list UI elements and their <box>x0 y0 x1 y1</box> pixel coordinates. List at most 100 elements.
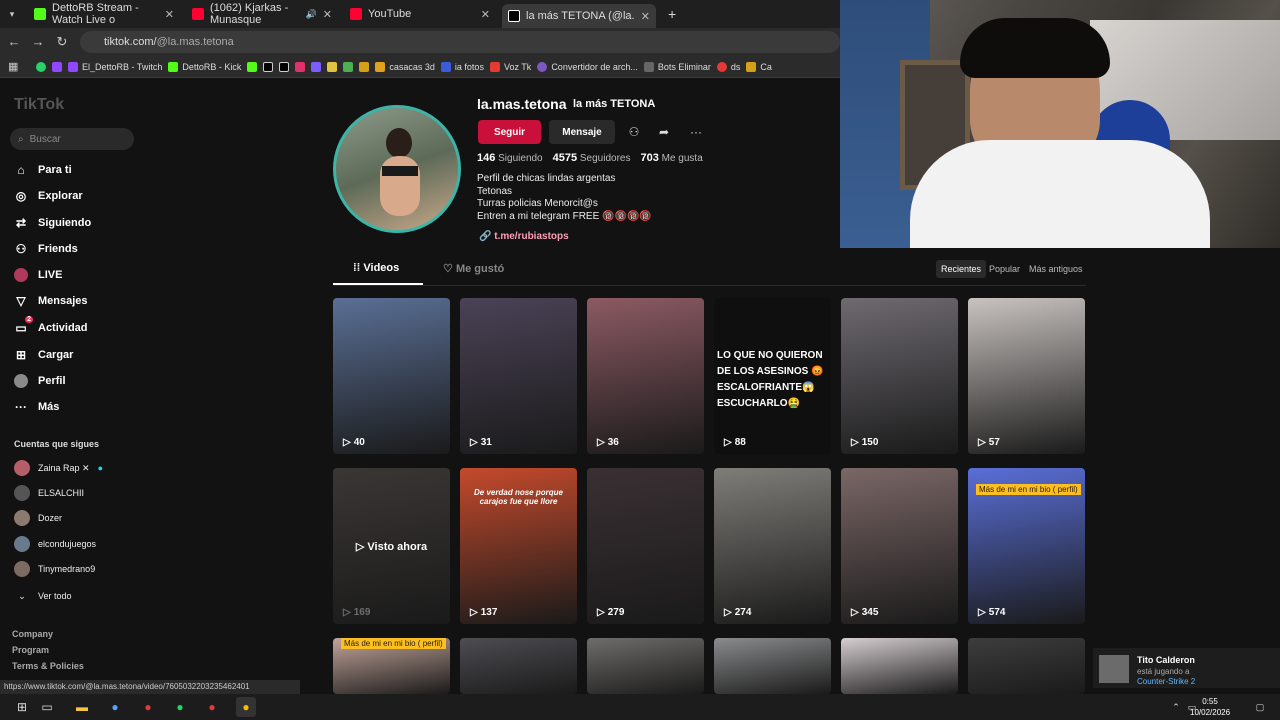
video-card[interactable] <box>968 638 1085 694</box>
footer-link[interactable]: Terms & Policies <box>12 661 84 671</box>
message-button[interactable]: Mensaje <box>549 120 615 144</box>
reload-icon[interactable]: ↻ <box>54 34 70 50</box>
profile-avatar[interactable] <box>333 105 461 233</box>
video-card[interactable] <box>587 638 704 694</box>
browser-tab[interactable]: (1062) Kjarkas - Munasque 🔊 ✕ <box>186 2 338 26</box>
bookmark-twitch[interactable] <box>52 61 62 72</box>
video-card[interactable]: ▷ 274 <box>714 468 831 624</box>
more-options-icon[interactable]: ··· <box>683 120 709 144</box>
video-card[interactable]: ▷ 31 <box>460 298 577 454</box>
apps-grid-icon[interactable]: ▦ <box>8 60 18 73</box>
sidebar-item-para-ti[interactable]: ⌂ Para ti <box>14 160 71 180</box>
bookmark-item[interactable] <box>327 61 338 72</box>
share-icon[interactable]: ➦ <box>651 120 677 144</box>
bookmark-item[interactable]: Ca <box>746 61 772 72</box>
video-card[interactable]: ▷ 150 <box>841 298 958 454</box>
bookmark-instagram[interactable] <box>295 61 306 72</box>
tiktok-logo[interactable]: TikTok <box>14 96 64 114</box>
sidebar-item-mensajes[interactable]: ▽ Mensajes <box>14 291 87 311</box>
speaker-icon[interactable]: 🔊 <box>306 9 317 20</box>
bookmark-item[interactable]: ds <box>716 61 740 72</box>
close-icon[interactable]: ✕ <box>323 8 332 21</box>
chrome-icon[interactable]: ● <box>236 697 256 717</box>
video-card[interactable] <box>841 638 958 694</box>
video-card[interactable]: ▷ 279 <box>587 468 704 624</box>
browser-tab[interactable]: DettoRB Stream - Watch Live o ✕ <box>28 2 180 26</box>
following-stat[interactable]: 146 Siguiendo <box>477 152 543 164</box>
bookmark-item[interactable]: Voz Tk <box>489 61 531 72</box>
app-icon[interactable]: ● <box>105 697 125 717</box>
bookmark-item[interactable] <box>343 61 354 72</box>
app-icon[interactable]: ● <box>202 697 222 717</box>
bookmark-whatsapp[interactable] <box>36 61 46 72</box>
following-item[interactable]: elcondujuegos <box>14 535 96 553</box>
following-item[interactable]: Tinymedrano9 <box>14 560 95 578</box>
following-item[interactable]: Dozer <box>14 509 62 527</box>
bookmark-item[interactable] <box>359 61 370 72</box>
sidebar-item-siguiendo[interactable]: ⇄ Siguiendo <box>14 213 91 233</box>
video-card[interactable]: ▷ Visto ahora ▷ 169 <box>333 468 450 624</box>
new-tab-button[interactable]: + <box>662 4 682 24</box>
bookmark-kick[interactable] <box>247 61 258 72</box>
sort-recientes[interactable]: Recientes <box>936 260 987 278</box>
see-all-button[interactable]: ⌄ Ver todo <box>14 587 71 605</box>
sidebar-item-friends[interactable]: ⚇ Friends <box>14 239 78 259</box>
sidebar-item-live[interactable]: LIVE <box>14 265 62 285</box>
tab-videos[interactable]: ⁞⁞ Videos <box>353 262 399 274</box>
video-card[interactable]: ▷ 40 <box>333 298 450 454</box>
close-icon[interactable]: ✕ <box>165 8 174 21</box>
file-explorer-icon[interactable]: ▬ <box>72 697 92 717</box>
sidebar-item-perfil[interactable]: Perfil <box>14 371 66 391</box>
video-card[interactable]: LO QUE NO QUIERON DE LOS ASESINOS 😡 ESCA… <box>714 298 831 454</box>
bookmark-item[interactable]: Convertidor de arch... <box>537 61 638 72</box>
bookmark-item[interactable] <box>311 61 322 72</box>
add-friend-icon[interactable]: ⚇ <box>621 120 647 144</box>
video-card[interactable]: Más de mi en mi bio ( perfil) <box>333 638 450 694</box>
notifications-icon[interactable]: ▢ <box>1250 697 1270 717</box>
back-icon[interactable]: ← <box>6 34 22 50</box>
bookmark-item[interactable]: casacas 3d <box>375 61 435 72</box>
bookmark-item[interactable]: DettoRB - Kick <box>168 61 241 72</box>
whatsapp-icon[interactable]: ● <box>170 697 190 717</box>
bookmark-tiktok[interactable] <box>263 61 274 72</box>
footer-link[interactable]: Company <box>12 629 53 639</box>
video-card[interactable] <box>460 638 577 694</box>
video-card[interactable]: De verdad nose porque carajos fue que ll… <box>460 468 577 624</box>
sidebar-item-mas[interactable]: ··· Más <box>14 397 59 417</box>
video-card[interactable]: ▷ 36 <box>587 298 704 454</box>
follow-button[interactable]: Seguir <box>478 120 541 144</box>
friend-notification[interactable]: Tito Calderon está jugando a Counter-Str… <box>1093 648 1280 688</box>
browser-tab[interactable]: YouTube ✕ <box>344 4 496 24</box>
bookmark-item[interactable]: El_DettoRB - Twitch <box>68 61 162 72</box>
following-item[interactable]: ELSALCHII <box>14 484 84 502</box>
tab-search-icon[interactable]: ▾ <box>4 6 20 22</box>
url-input[interactable]: tiktok.com/@la.mas.tetona <box>80 31 840 53</box>
windows-start-icon[interactable]: ⊞ <box>12 697 32 717</box>
video-card[interactable]: ▷ 345 <box>841 468 958 624</box>
video-card[interactable]: Más de mi en mi bio ( perfil) ▷ 574 <box>968 468 1085 624</box>
task-view-icon[interactable]: ▭ <box>37 697 57 717</box>
footer-link[interactable]: Program <box>12 645 49 655</box>
forward-icon[interactable]: → <box>30 34 46 50</box>
video-card[interactable] <box>714 638 831 694</box>
sidebar-item-actividad[interactable]: ▭ 2 Actividad <box>14 316 88 338</box>
app-icon[interactable]: ● <box>138 697 158 717</box>
close-icon[interactable]: ✕ <box>481 8 490 21</box>
bookmark-item[interactable]: Bots Eliminar <box>643 61 711 72</box>
sort-mas-antiguos[interactable]: Más antiguos <box>1024 260 1088 278</box>
bio-link[interactable]: 🔗 t.me/rubiastops <box>479 231 569 242</box>
browser-tab-active[interactable]: la más TETONA (@la.mas.teton ✕ <box>502 4 656 28</box>
search-input[interactable]: ⌕ Buscar <box>10 128 134 150</box>
tab-liked[interactable]: ♡ Me gustó <box>443 262 504 275</box>
video-tag: Más de mi en mi bio ( perfil) <box>976 484 1081 495</box>
sort-popular[interactable]: Popular <box>984 260 1025 278</box>
bookmark-item[interactable]: ia fotos <box>440 61 484 72</box>
system-clock[interactable]: 0:55 10/02/2026 <box>1190 696 1230 718</box>
sidebar-item-cargar[interactable]: ⊞ Cargar <box>14 345 74 365</box>
close-icon[interactable]: ✕ <box>641 10 650 23</box>
bookmark-x[interactable] <box>279 61 290 72</box>
following-item[interactable]: Zaina Rap ✕ ● <box>14 459 103 477</box>
video-card[interactable]: ▷ 57 <box>968 298 1085 454</box>
sidebar-item-explorar[interactable]: ◎ Explorar <box>14 186 83 206</box>
followers-stat[interactable]: 4575 Seguidores <box>553 152 631 164</box>
